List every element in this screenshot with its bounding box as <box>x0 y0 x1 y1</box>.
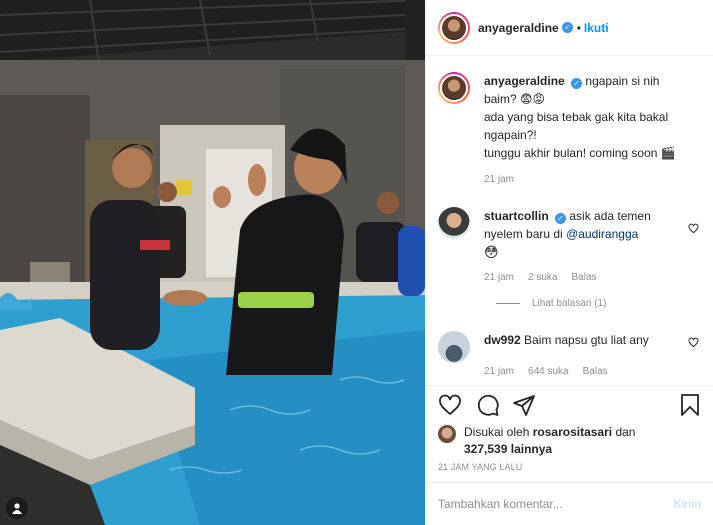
comment-avatar[interactable] <box>438 331 470 363</box>
comment-username[interactable]: stuartcollin <box>484 209 549 223</box>
caption-text-line: ngapain?! <box>484 128 537 142</box>
comments-list[interactable]: anyageraldine ✓ ngapain si nih baim? 😨😡 … <box>426 57 713 385</box>
comment-avatar-image <box>438 207 470 239</box>
comment-like-heart-icon[interactable] <box>688 223 699 234</box>
reply-button[interactable]: Balas <box>583 363 608 381</box>
post-header: anyageraldine ✓ • Ikuti <box>426 0 713 56</box>
comment-text: dw992 Baim napsu gtu liat any <box>484 331 701 349</box>
comment-time[interactable]: 21 jam <box>484 269 514 287</box>
author-avatar[interactable] <box>438 11 470 44</box>
bookmark-icon[interactable] <box>678 393 702 417</box>
caption-text-line: tunggu akhir bulan! coming soon 🎬 <box>484 146 676 160</box>
comment-likes[interactable]: 644 suka <box>528 363 569 381</box>
emoji-line: 😳 <box>484 244 499 260</box>
comment-body: stuartcollin ✓ asik ada temen nyelem bar… <box>484 207 701 287</box>
comment-username[interactable]: dw992 <box>484 333 521 347</box>
post-sidebar: anyageraldine ✓ • Ikuti anyageraldine ✓ … <box>425 0 713 525</box>
caption-text-line: ada yang bisa tebak gak kita bakal <box>484 110 669 124</box>
comment-text-part: nyelem baru di <box>484 227 563 241</box>
likes-summary: Disukai oleh rosarositasari dan 327,539 … <box>438 424 701 458</box>
comment-icon[interactable] <box>476 393 500 417</box>
caption-avatar-image <box>440 74 468 102</box>
heart-icon[interactable] <box>438 393 462 417</box>
reply-button[interactable]: Balas <box>571 269 596 287</box>
comment-like-heart-icon[interactable] <box>688 337 699 348</box>
likes-prefix: Disukai oleh <box>464 425 530 439</box>
replies-line <box>496 303 520 304</box>
caption-line: anyageraldine ✓ ngapain si nih <box>484 72 701 90</box>
comment-text-part: asik ada temen <box>569 209 651 223</box>
comment-avatar-image <box>438 331 470 363</box>
share-icon[interactable] <box>512 393 536 417</box>
comment-avatar[interactable] <box>438 207 470 239</box>
follow-button[interactable]: Ikuti <box>584 21 609 35</box>
verified-badge-icon: ✓ <box>561 22 573 33</box>
liker-username[interactable]: rosarositasari <box>533 425 612 439</box>
post-comment-button[interactable]: Kirim <box>674 497 701 511</box>
caption-username[interactable]: anyageraldine <box>484 74 565 88</box>
comment-body: dw992 Baim napsu gtu liat any 21 jam 644… <box>484 331 701 381</box>
separator-dot: • <box>576 20 581 35</box>
post-photo[interactable] <box>0 0 425 525</box>
comment-likes[interactable]: 2 suka <box>528 269 557 287</box>
comment-text: stuartcollin ✓ asik ada temen <box>484 207 701 225</box>
author-avatar-image <box>440 13 468 42</box>
comment-meta: 21 jam 644 suka Balas <box>484 363 701 381</box>
person-icon <box>12 503 22 514</box>
likes-mid: dan <box>615 425 636 439</box>
comment-item: dw992 Baim napsu gtu liat any 21 jam 644… <box>438 331 701 381</box>
caption-time[interactable]: 21 jam <box>484 171 514 189</box>
likes-count[interactable]: 327,539 <box>464 442 507 456</box>
comment-item: stuartcollin ✓ asik ada temen nyelem bar… <box>438 207 701 287</box>
mention-link[interactable]: @audirangga <box>566 227 638 241</box>
comment-text-part: Baim napsu gtu liat any <box>524 333 649 347</box>
caption-meta: 21 jam <box>484 171 701 189</box>
divider <box>426 385 713 386</box>
verified-badge-icon: ✓ <box>571 78 583 89</box>
likes-text: Disukai oleh rosarositasari dan 327,539 … <box>464 424 635 458</box>
header-user: anyageraldine ✓ • Ikuti <box>478 21 609 35</box>
caption: anyageraldine ✓ ngapain si nih baim? 😨😡 … <box>438 72 701 189</box>
view-replies-label: Lihat balasan (1) <box>532 298 607 309</box>
caption-text-line: baim? 😨😡 <box>484 92 546 106</box>
post-timestamp[interactable]: 21 JAM YANG LALU <box>438 462 522 472</box>
caption-avatar[interactable] <box>438 72 470 104</box>
comment-input[interactable] <box>438 497 674 511</box>
comment-time[interactable]: 21 jam <box>484 363 514 381</box>
header-username[interactable]: anyageraldine <box>478 21 559 35</box>
caption-text-line: ngapain si nih <box>585 74 660 88</box>
action-bar <box>438 393 701 419</box>
view-replies-button[interactable]: Lihat balasan (1) <box>496 298 607 309</box>
comment-meta: 21 jam 2 suka Balas <box>484 269 701 287</box>
verified-badge-icon: ✓ <box>555 213 567 224</box>
add-comment-bar: Kirim <box>426 483 713 525</box>
liker-avatar[interactable] <box>438 425 456 443</box>
likes-suffix[interactable]: lainnya <box>511 442 552 456</box>
tagged-user-icon[interactable] <box>6 497 28 519</box>
caption-body: anyageraldine ✓ ngapain si nih baim? 😨😡 … <box>484 72 701 189</box>
photo-scene <box>0 0 425 525</box>
